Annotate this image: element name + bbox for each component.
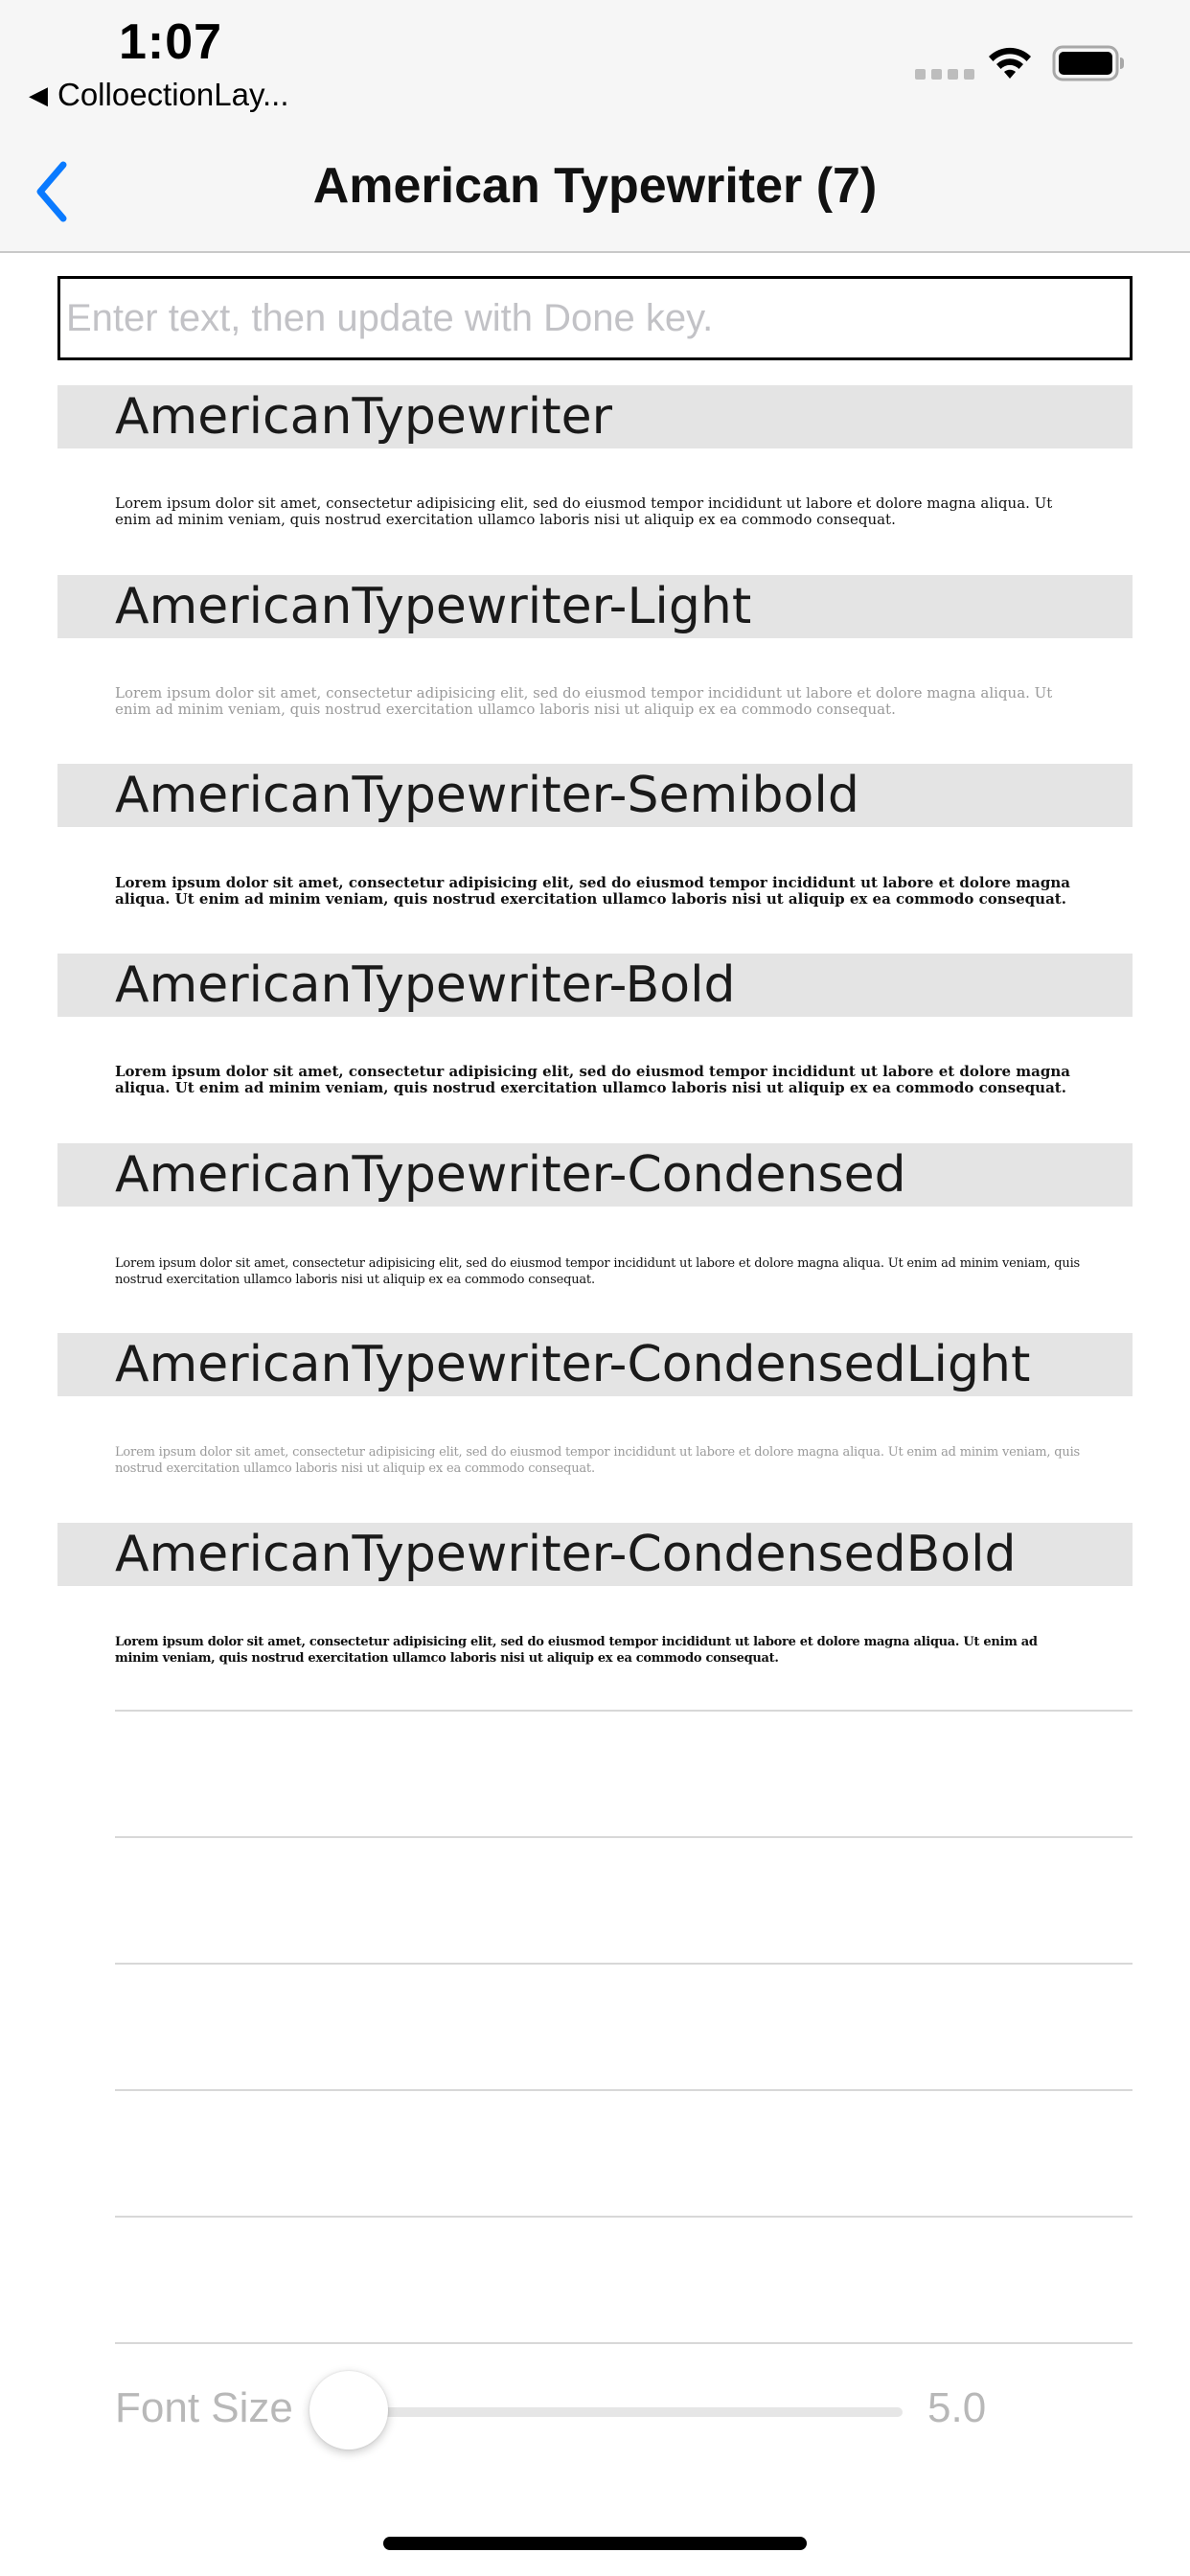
font-name: AmericanTypewriter-Bold	[115, 956, 736, 1014]
font-section-header: AmericanTypewriter-CondensedLight	[57, 1333, 1133, 1396]
font-section-header: AmericanTypewriter-Semibold	[57, 764, 1133, 827]
status-bar: 1:07 ◀ ColloectionLay...	[0, 0, 1190, 125]
font-name: AmericanTypewriter-Condensed	[115, 1146, 906, 1204]
font-size-slider-track[interactable]	[316, 2407, 903, 2417]
font-size-control: Font Size 5.0	[0, 2367, 1190, 2453]
font-section-header: AmericanTypewriter-CondensedBold	[57, 1523, 1133, 1586]
font-name: AmericanTypewriter-CondensedBold	[115, 1526, 1017, 1583]
font-sample-text: Lorem ipsum dolor sit amet, consectetur …	[115, 684, 1053, 718]
font-size-label: Font Size	[115, 2384, 293, 2431]
font-section-header: AmericanTypewriter	[57, 385, 1133, 448]
signal-dots-icon	[915, 69, 974, 80]
font-section-header: AmericanTypewriter-Light	[57, 575, 1133, 638]
sample-text-input[interactable]	[57, 276, 1133, 360]
back-app-label: ColloectionLay...	[57, 77, 289, 112]
page-title: American Typewriter (7)	[312, 158, 878, 214]
row-separator	[115, 1963, 1133, 1965]
row-separator	[115, 1836, 1133, 1838]
row-separator	[115, 2216, 1133, 2218]
row-separator	[115, 2342, 1133, 2344]
font-size-value: 5.0	[927, 2384, 987, 2431]
row-separator	[115, 2089, 1133, 2091]
font-sample-text: Lorem ipsum dolor sit amet, consectetur …	[115, 494, 1053, 528]
battery-icon	[1052, 45, 1124, 81]
font-section-header: AmericanTypewriter-Condensed	[57, 1143, 1133, 1207]
font-sample-text: Lorem ipsum dolor sit amet, consectetur …	[115, 874, 1070, 908]
font-name: AmericanTypewriter-Semibold	[115, 767, 859, 824]
row-separator	[115, 1710, 1133, 1712]
font-name: AmericanTypewriter	[115, 388, 613, 446]
status-time: 1:07	[119, 14, 223, 70]
font-sample-text: Lorem ipsum dolor sit amet, consectetur …	[115, 1256, 1081, 1287]
font-sample-text: Lorem ipsum dolor sit amet, consectetur …	[115, 1063, 1070, 1096]
back-triangle-icon: ◀	[29, 80, 48, 109]
font-sample-text: Lorem ipsum dolor sit amet, consectetur …	[115, 1635, 1038, 1666]
home-indicator[interactable]	[383, 2537, 807, 2550]
font-name: AmericanTypewriter-CondensedLight	[115, 1336, 1031, 1393]
font-section-header: AmericanTypewriter-Bold	[57, 954, 1133, 1017]
font-size-slider-thumb[interactable]	[309, 2371, 388, 2450]
navigation-bar: American Typewriter (7)	[0, 125, 1190, 253]
font-name: AmericanTypewriter-Light	[115, 578, 752, 635]
wifi-icon	[989, 47, 1031, 79]
back-to-app-link[interactable]: ◀ ColloectionLay...	[29, 77, 289, 113]
font-sample-text: Lorem ipsum dolor sit amet, consectetur …	[115, 1445, 1081, 1476]
